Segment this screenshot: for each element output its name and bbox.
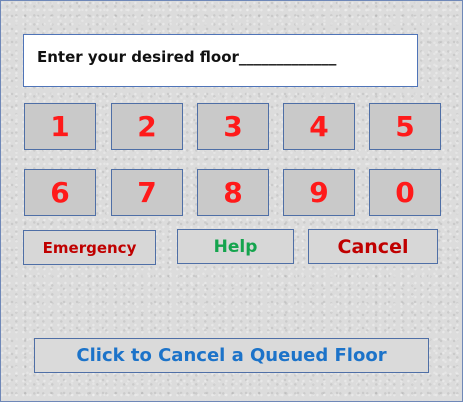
floor-key-8[interactable]: 8 (197, 169, 269, 216)
floor-key-3[interactable]: 3 (197, 103, 269, 150)
floor-key-7[interactable]: 7 (111, 169, 183, 216)
floor-key-1[interactable]: 1 (24, 103, 96, 150)
floor-key-6[interactable]: 6 (24, 169, 96, 216)
floor-key-5[interactable]: 5 (369, 103, 441, 150)
floor-key-0[interactable]: 0 (369, 169, 441, 216)
emergency-button[interactable]: Emergency (23, 230, 156, 265)
floor-selector-panel: Enter your desired floor_____________ 1 … (0, 0, 463, 402)
floor-key-4[interactable]: 4 (283, 103, 355, 150)
cancel-queued-floor-button[interactable]: Click to Cancel a Queued Floor (34, 338, 429, 373)
help-button[interactable]: Help (177, 229, 294, 264)
floor-entry-display: Enter your desired floor_____________ (23, 34, 418, 87)
floor-entry-prompt: Enter your desired floor_____________ (37, 48, 337, 66)
floor-key-2[interactable]: 2 (111, 103, 183, 150)
floor-key-9[interactable]: 9 (283, 169, 355, 216)
cancel-button[interactable]: Cancel (308, 229, 438, 264)
